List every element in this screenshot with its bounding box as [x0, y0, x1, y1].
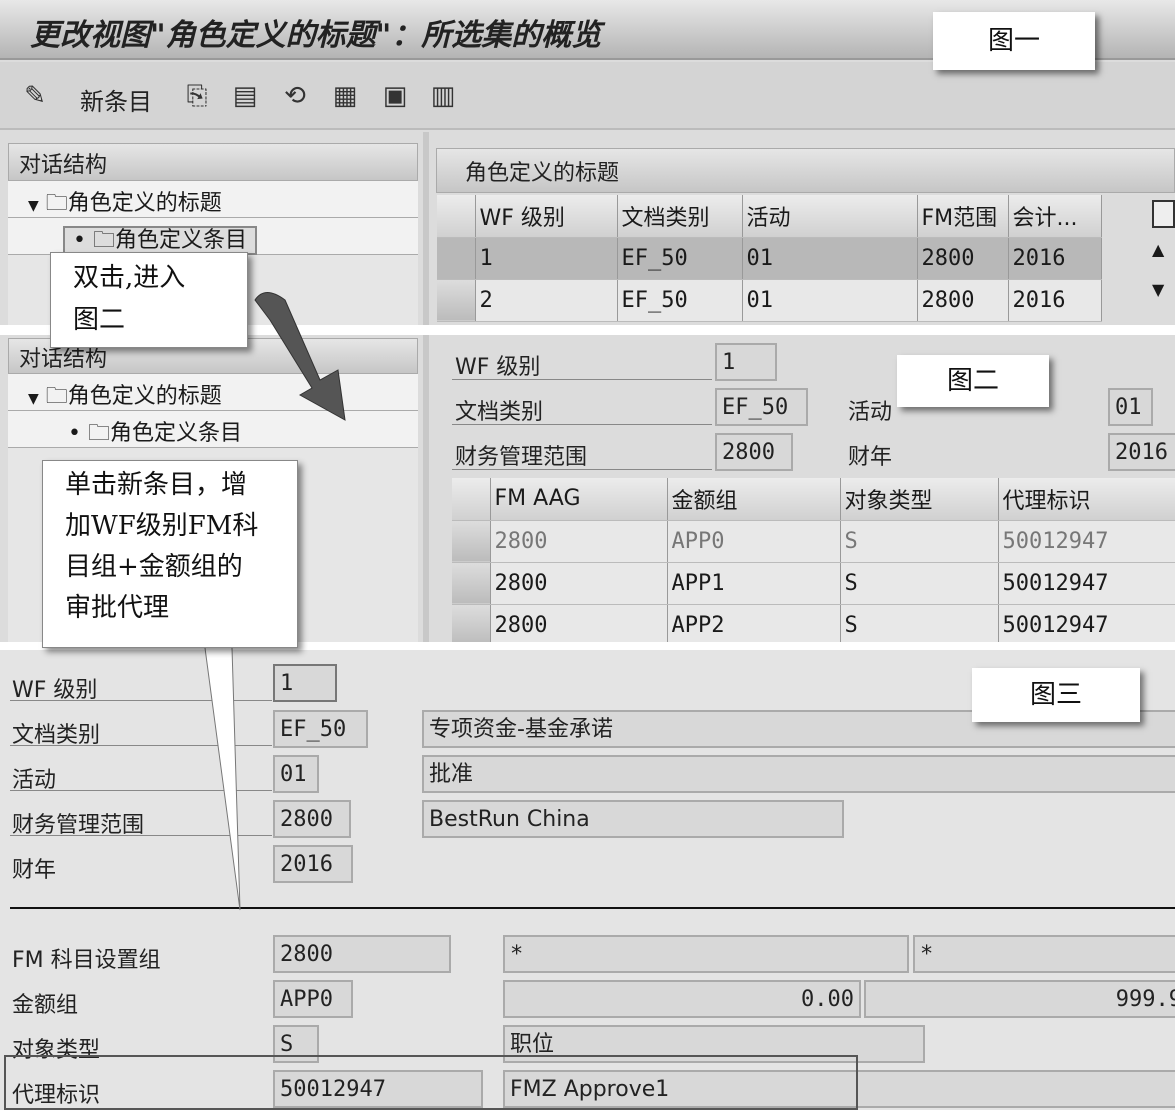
callout-tail: [204, 647, 241, 911]
callout-new-entry: 单击新条目，增 加WF级别FM科 目组+金额组的 审批代理: [42, 460, 298, 648]
callout-double-click: 双击,进入 图二: [50, 252, 248, 348]
arrow-icon: [254, 292, 346, 421]
